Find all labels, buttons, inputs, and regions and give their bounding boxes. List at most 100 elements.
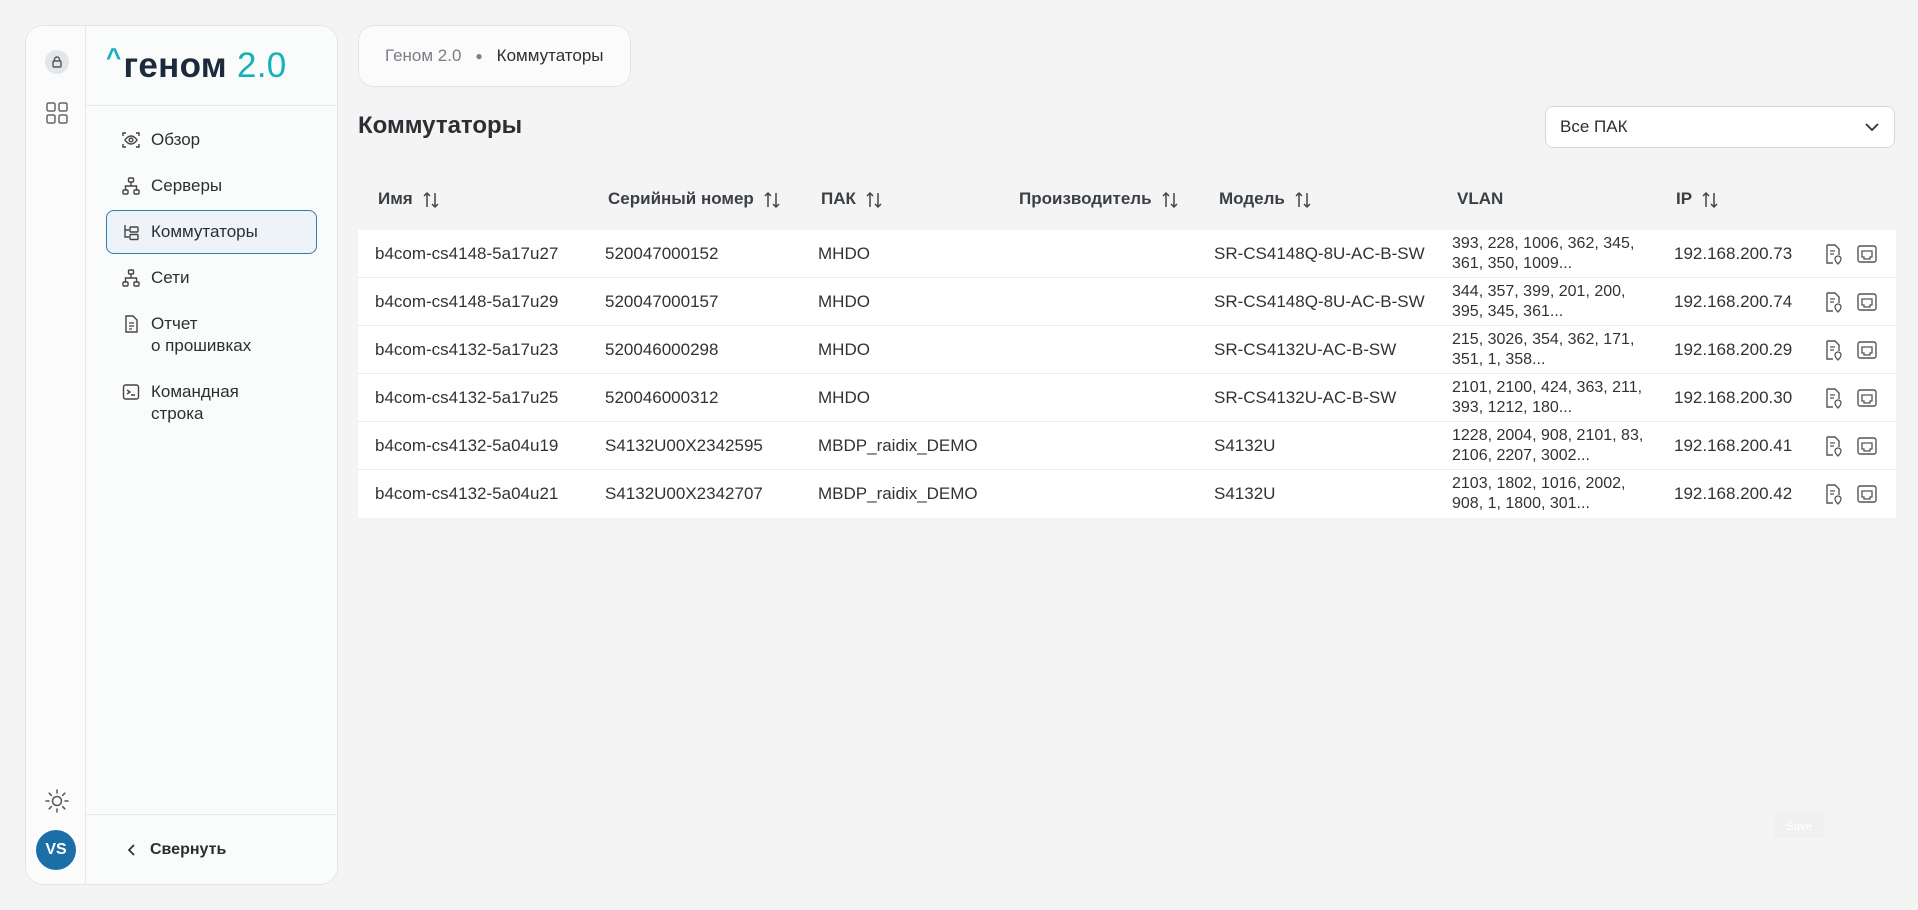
sort-icon bbox=[1162, 191, 1178, 208]
sort-icon bbox=[1702, 191, 1718, 208]
document-icon bbox=[125, 315, 138, 333]
hierarchy-icon bbox=[122, 269, 140, 287]
breadcrumb: Геном 2.0 ● Коммутаторы bbox=[358, 25, 631, 87]
sort-icon bbox=[764, 191, 780, 208]
cell-serial: S4132U00X2342595 bbox=[605, 435, 763, 455]
cell-pak: MBDP_raidix_DEMO bbox=[818, 484, 978, 503]
nav-item-firmware-report[interactable]: Отчет о прошивках bbox=[106, 302, 317, 368]
ethernet-port-icon[interactable] bbox=[1856, 483, 1878, 505]
sort-icon bbox=[866, 191, 882, 208]
nav-item-overview[interactable]: Обзор bbox=[106, 118, 317, 162]
cell-pak: MHDO bbox=[818, 339, 870, 359]
ethernet-port-icon[interactable] bbox=[1856, 291, 1878, 313]
cell-actions bbox=[1815, 435, 1896, 457]
cell-name: b4com-cs4132-5a04u19 bbox=[375, 435, 559, 455]
cell-name: b4com-cs4148-5a17u29 bbox=[375, 291, 559, 311]
ethernet-port-icon[interactable] bbox=[1856, 339, 1878, 361]
sort-icon bbox=[423, 191, 439, 208]
document-pin-icon[interactable] bbox=[1822, 291, 1844, 313]
sort-icon bbox=[1295, 191, 1311, 208]
cell-ip: 192.168.200.29 bbox=[1674, 339, 1793, 359]
save-button[interactable]: Save bbox=[1774, 813, 1824, 838]
sun-theme-icon[interactable] bbox=[44, 788, 70, 814]
user-avatar[interactable]: VS bbox=[36, 830, 76, 870]
cell-ip: 192.168.200.42 bbox=[1674, 484, 1793, 503]
table-row[interactable]: b4com-cs4132-5a04u19 S4132U00X2342595 MB… bbox=[358, 422, 1896, 470]
cell-actions bbox=[1815, 243, 1896, 265]
cell-vlan: 1228, 2004, 908, 2101, 83, 2106, 2207, 3… bbox=[1452, 426, 1644, 464]
col-model[interactable]: Модель bbox=[1197, 189, 1435, 209]
cell-serial: S4132U00X2342707 bbox=[605, 484, 763, 503]
nav-item-servers[interactable]: Серверы bbox=[106, 164, 317, 208]
table-row[interactable]: b4com-cs4132-5a04u21 S4132U00X2342707 MB… bbox=[358, 470, 1896, 518]
nav-list: Обзор Серверы Коммутаторы Сети Отчет о пр… bbox=[86, 106, 337, 436]
cell-model: SR-CS4148Q-8U-AC-B-SW bbox=[1214, 243, 1425, 263]
nav-item-switches[interactable]: Коммутаторы bbox=[106, 210, 317, 254]
cell-ip: 192.168.200.73 bbox=[1674, 243, 1793, 263]
cell-name: b4com-cs4132-5a17u25 bbox=[375, 387, 559, 407]
cell-pak: MHDO bbox=[818, 291, 870, 311]
cell-model: S4132U bbox=[1214, 484, 1276, 503]
chevron-left-icon bbox=[127, 843, 135, 856]
cell-pak: MBDP_raidix_DEMO bbox=[818, 435, 978, 455]
cell-serial: 520047000157 bbox=[605, 291, 719, 311]
switches-table: Имя Серийный номер ПАК Производитель Мод… bbox=[358, 168, 1896, 518]
col-serial[interactable]: Серийный номер bbox=[588, 189, 801, 209]
col-ip[interactable]: IP bbox=[1657, 189, 1815, 209]
cell-actions bbox=[1815, 387, 1896, 409]
pak-filter-select[interactable]: Все ПАК bbox=[1545, 106, 1895, 148]
app-logo[interactable]: ^ геном 2.0 bbox=[86, 26, 337, 106]
cell-serial: 520046000298 bbox=[605, 339, 719, 359]
cell-actions bbox=[1815, 483, 1896, 505]
chevron-down-icon bbox=[1865, 123, 1879, 132]
sidebar: VS ^ геном 2.0 Обзор Серверы Коммутаторы… bbox=[25, 25, 338, 885]
nav-item-networks[interactable]: Сети bbox=[106, 256, 317, 300]
cell-serial: 520047000152 bbox=[605, 243, 719, 263]
cell-name: b4com-cs4132-5a17u23 bbox=[375, 339, 559, 359]
col-vlan: VLAN bbox=[1457, 189, 1504, 208]
grid-apps-icon[interactable] bbox=[45, 101, 69, 125]
cell-pak: MHDO bbox=[818, 387, 870, 407]
ethernet-port-icon[interactable] bbox=[1856, 387, 1878, 409]
cell-model: SR-CS4148Q-8U-AC-B-SW bbox=[1214, 291, 1425, 311]
cell-model: SR-CS4132U-AC-B-SW bbox=[1214, 339, 1397, 359]
cell-name: b4com-cs4148-5a17u27 bbox=[375, 243, 559, 263]
cell-ip: 192.168.200.74 bbox=[1674, 291, 1793, 311]
icon-rail: VS bbox=[26, 26, 86, 884]
document-pin-icon[interactable] bbox=[1822, 435, 1844, 457]
cell-vlan: 215, 3026, 354, 362, 171, 351, 1, 358... bbox=[1452, 330, 1635, 368]
cell-actions bbox=[1815, 291, 1896, 313]
ethernet-port-icon[interactable] bbox=[1856, 435, 1878, 457]
table-row[interactable]: b4com-cs4132-5a17u25 520046000312 MHDO S… bbox=[358, 374, 1896, 422]
document-pin-icon[interactable] bbox=[1822, 339, 1844, 361]
cell-name: b4com-cs4132-5a04u21 bbox=[375, 484, 559, 503]
cell-vlan: 2101, 2100, 424, 363, 211, 393, 1212, 18… bbox=[1452, 378, 1643, 416]
table-row[interactable]: b4com-cs4148-5a17u27 520047000152 MHDO S… bbox=[358, 230, 1896, 278]
col-manufacturer[interactable]: Производитель bbox=[997, 189, 1197, 209]
document-pin-icon[interactable] bbox=[1822, 243, 1844, 265]
breadcrumb-root[interactable]: Геном 2.0 bbox=[385, 46, 461, 66]
breadcrumb-current: Коммутаторы bbox=[496, 46, 604, 65]
cell-ip: 192.168.200.41 bbox=[1674, 435, 1793, 455]
hierarchy-icon bbox=[122, 177, 140, 195]
col-name[interactable]: Имя bbox=[358, 189, 588, 209]
lock-icon[interactable] bbox=[45, 50, 69, 74]
cell-vlan: 2103, 1802, 1016, 2002, 908, 1, 1800, 30… bbox=[1452, 475, 1626, 512]
tree-icon bbox=[124, 225, 139, 241]
table-row[interactable]: b4com-cs4148-5a17u29 520047000157 MHDO S… bbox=[358, 278, 1896, 326]
table-row[interactable]: b4com-cs4132-5a17u23 520046000298 MHDO S… bbox=[358, 326, 1896, 374]
document-pin-icon[interactable] bbox=[1822, 483, 1844, 505]
table-body: b4com-cs4148-5a17u27 520047000152 MHDO S… bbox=[358, 230, 1896, 518]
cell-vlan: 393, 228, 1006, 362, 345, 361, 350, 1009… bbox=[1452, 234, 1635, 272]
cell-serial: 520046000312 bbox=[605, 387, 719, 407]
document-pin-icon[interactable] bbox=[1822, 387, 1844, 409]
eye-scan-icon bbox=[122, 132, 140, 148]
ethernet-port-icon[interactable] bbox=[1856, 243, 1878, 265]
col-pak[interactable]: ПАК bbox=[801, 189, 997, 209]
breadcrumb-separator: ● bbox=[475, 49, 483, 63]
page-title: Коммутаторы bbox=[358, 112, 523, 139]
collapse-button[interactable]: Свернуть bbox=[86, 814, 337, 884]
nav-item-cli[interactable]: Командная строка bbox=[106, 370, 317, 436]
nav-panel: ^ геном 2.0 Обзор Серверы Коммутаторы Се… bbox=[86, 26, 337, 884]
cell-model: SR-CS4132U-AC-B-SW bbox=[1214, 387, 1397, 407]
